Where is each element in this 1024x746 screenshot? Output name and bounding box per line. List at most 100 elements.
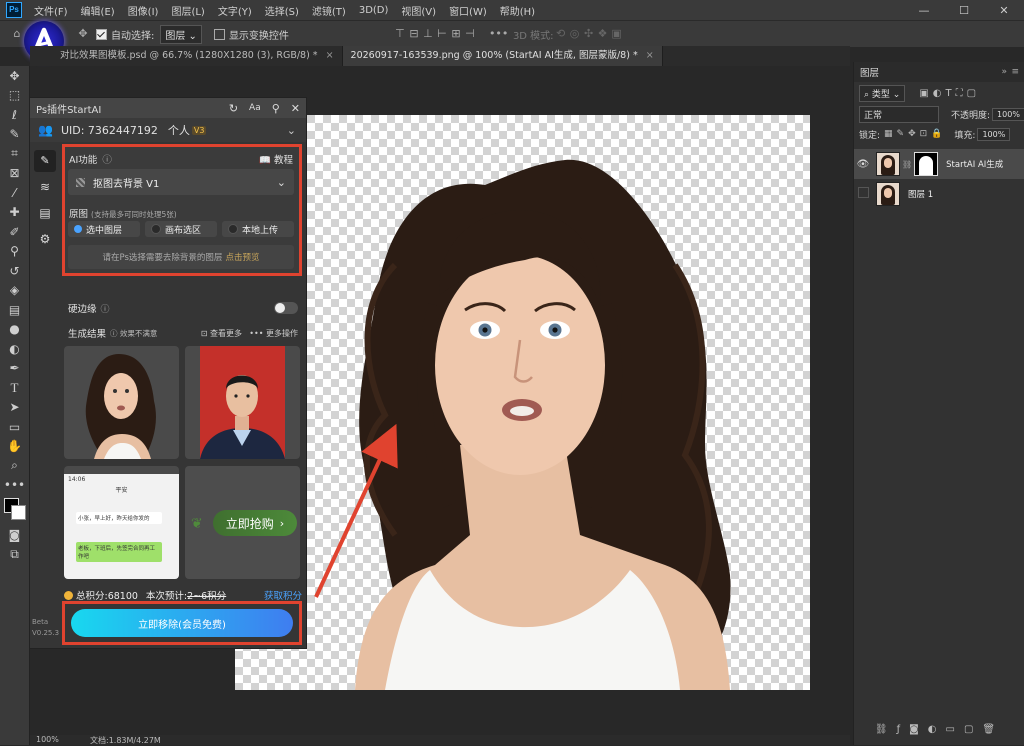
radio-icon — [151, 224, 161, 234]
tutorial-link[interactable]: 📖 教程 — [259, 152, 293, 166]
eye-icon[interactable]: 👁 — [854, 159, 872, 170]
coin-icon — [64, 590, 73, 600]
thumb-face — [884, 158, 892, 168]
info-icon[interactable]: ⓘ — [101, 302, 110, 315]
butterfly-icon: ❦ — [191, 516, 203, 532]
pin-icon[interactable]: ⚲ — [272, 102, 280, 115]
woman-thumb-image — [85, 354, 156, 459]
remove-now-button[interactable]: 立即移除(会员免费) — [71, 609, 293, 637]
result-thumb-woman[interactable] — [64, 346, 179, 459]
panel-menu-icon[interactable]: ≡ — [1011, 67, 1019, 77]
chat-screenshot: 14:06 平安 小张，早上好，昨天给你发的 老板，下班后，先签完合同再工作吧 — [64, 474, 179, 579]
lock-icons[interactable]: ▦✎✥⊡🔒 — [884, 129, 946, 139]
source-hint: (支持最多可同时处理5张) — [91, 210, 177, 219]
visibility-toggle[interactable] — [854, 187, 872, 201]
results-header: 生成结果 ⓘ 效果不满意 ⊡ 查看更多 ••• 更多操作 — [68, 325, 298, 341]
feedback-link[interactable]: ⓘ 效果不满意 — [110, 328, 157, 339]
font-size-icon[interactable]: Aa — [249, 103, 261, 113]
uid-row: 👥 UID: 7362447192 个人 V3 ⌄ — [30, 118, 306, 142]
close-icon[interactable]: ✕ — [291, 102, 300, 115]
layer-footer-icons[interactable]: ⛓ƒ◙◐▭▢🗑 — [854, 724, 1024, 735]
refresh-icon[interactable]: ↻ — [229, 102, 238, 115]
plugin-header: Ps插件StartAI ↻ Aa ⚲ ✕ — [30, 98, 306, 118]
points-row: 总积分:68100 本次预计: 2~6积分 获取积分 — [64, 588, 302, 602]
select-layer-hint: 请在Ps选择需要去除背景的图层 点击预览 — [68, 245, 294, 269]
layers-stack-icon[interactable]: ≋ — [34, 180, 56, 198]
promo-tile[interactable]: 立即抢购 › ❦ — [185, 466, 300, 579]
hard-edge-label: 硬边缘 — [68, 304, 97, 315]
result-thumb-chat[interactable]: 14:06 平安 小张，早上好，昨天给你发的 老板，下班后，先签完合同再工作吧 — [64, 466, 179, 579]
settings-gear-icon[interactable]: ⚙ — [34, 232, 56, 250]
chat-time: 14:06 — [68, 476, 86, 483]
filter-type-icons[interactable]: ▣◐T⛶▢ — [919, 88, 980, 99]
opacity-label: 不透明度: — [951, 110, 991, 121]
collapse-icon[interactable]: » — [1001, 67, 1007, 77]
chevron-right-icon: › — [279, 516, 285, 530]
function-select-value: 抠图去背景 V1 — [93, 178, 160, 190]
source-option-local-upload[interactable]: 本地上传 — [222, 221, 294, 237]
layers-panel: 图层 » ≡ ⌕ 类型 ⌄ ▣◐T⛶▢ 正常 不透明度: 100% 锁定: ▦✎… — [853, 62, 1024, 745]
ai-function-section: AI功能 ⓘ 📖 教程 抠图去背景 V1 ⌄ 原图 (支持最多可同时处理5张) … — [62, 144, 302, 276]
layer-thumbnail — [876, 182, 900, 206]
results-label: 生成结果 — [68, 329, 107, 340]
layer-mask-thumbnail[interactable] — [914, 152, 939, 176]
uid-label: UID: 7362447192 — [60, 123, 158, 137]
layer-filter-select[interactable]: ⌕ 类型 ⌄ — [859, 84, 906, 102]
source-label: 原图 — [69, 209, 89, 220]
more-actions-link[interactable]: ••• 更多操作 — [249, 328, 298, 339]
man-id-photo-image — [200, 346, 285, 459]
total-points: 总积分:68100 — [76, 591, 138, 602]
status-bar: 100% 文档:1.83M/4.27M — [30, 735, 850, 745]
info-icon[interactable]: ⓘ — [102, 155, 112, 166]
layer-thumbnail — [876, 152, 900, 176]
estimate-value: 2~6积分 — [187, 591, 227, 602]
blend-row: 正常 不透明度: 100% — [854, 104, 1024, 124]
source-row: 原图 (支持最多可同时处理5张) — [69, 206, 177, 220]
lock-label: 锁定: — [859, 130, 881, 141]
preview-link[interactable]: 点击预览 — [225, 251, 259, 263]
lock-row: 锁定: ▦✎✥⊡🔒 填充: 100% — [854, 124, 1024, 144]
source-option-selected-layer[interactable]: 选中图层 — [68, 221, 140, 237]
book-icon: 📖 — [259, 155, 271, 166]
chevron-down-icon[interactable]: ⌄ — [287, 124, 296, 137]
chevron-down-icon: ⌄ — [276, 175, 286, 189]
chat-title: 平安 — [115, 487, 128, 494]
radio-icon — [228, 224, 238, 234]
estimate-label: 本次预计: — [145, 591, 188, 602]
link-icon[interactable]: ⛓ — [902, 160, 912, 169]
chat-message-2: 老板，下班后，先签完合同再工作吧 — [76, 542, 162, 562]
remove-button-frame: 立即移除(会员免费) — [62, 601, 302, 645]
ai-function-label: AI功能 ⓘ — [69, 155, 112, 166]
layer-name: StartAI AI生成 — [946, 160, 1004, 170]
layer-row-layer1[interactable]: 图层 1 — [854, 179, 1024, 209]
layers-panel-title[interactable]: 图层 — [860, 65, 879, 79]
plugin-title: Ps插件StartAI — [36, 104, 102, 116]
layer-row-startai[interactable]: 👁 ⛓ StartAI AI生成 — [854, 149, 1024, 179]
fill-label: 填充: — [954, 130, 976, 141]
toggle-knob — [275, 303, 285, 313]
chat-message-1: 小张，早上好，昨天给你发的 — [76, 512, 162, 524]
zoom-level[interactable]: 100% — [36, 735, 59, 744]
hidden-box — [857, 187, 869, 198]
plugin-nav: ✎ ≋ ▤ ⚙ — [30, 144, 60, 324]
opacity-input[interactable]: 100% — [992, 107, 1024, 121]
beta-label: Beta — [32, 618, 49, 626]
promo-buy-button[interactable]: 立即抢购 › — [213, 510, 297, 536]
radio-checked-icon — [74, 225, 82, 233]
users-icon: 👥 — [38, 123, 53, 137]
layer-name: 图层 1 — [908, 190, 934, 200]
hard-edge-toggle[interactable] — [274, 302, 298, 314]
vip-badge: V3 — [191, 125, 207, 135]
source-option-canvas-selection[interactable]: 画布选区 — [145, 221, 217, 237]
view-more-link[interactable]: ⊡ 查看更多 — [201, 328, 242, 339]
ai-edit-icon[interactable]: ✎ — [34, 150, 56, 172]
result-thumb-man[interactable] — [185, 346, 300, 459]
doc-info[interactable]: 文档:1.83M/4.27M — [90, 735, 161, 746]
version-label: V0.25.3 — [32, 629, 60, 637]
thumb-face — [884, 188, 892, 198]
fill-input[interactable]: 100% — [977, 127, 1011, 141]
blend-mode-select[interactable]: 正常 — [859, 105, 939, 123]
document-icon[interactable]: ▤ — [34, 206, 56, 224]
function-select[interactable]: 抠图去背景 V1 ⌄ — [68, 169, 294, 195]
get-points-link[interactable]: 获取积分 — [264, 588, 302, 602]
